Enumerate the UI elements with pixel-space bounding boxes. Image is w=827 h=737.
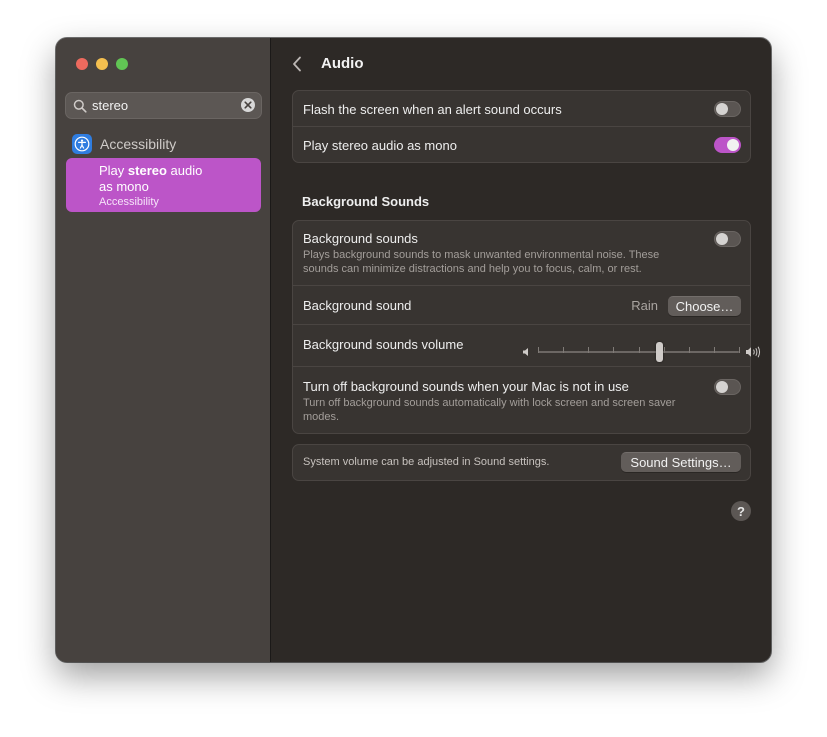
chevron-left-icon[interactable] — [290, 54, 304, 74]
background-sounds-description: Plays background sounds to mask unwanted… — [303, 249, 660, 275]
slider-tick — [664, 347, 665, 353]
mono-audio-toggle[interactable] — [714, 137, 741, 153]
sound-settings-note: System volume can be adjusted in Sound s… — [303, 456, 550, 468]
sound-settings-button[interactable]: Sound Settings… — [621, 452, 741, 472]
turn-off-background-toggle[interactable] — [714, 379, 741, 395]
search-icon — [73, 99, 87, 113]
result-title-suffix: audio — [166, 163, 203, 178]
slider-tick — [563, 347, 564, 353]
mono-audio-label: Play stereo audio as mono — [303, 138, 457, 153]
toggle-knob — [716, 381, 728, 393]
speaker-low-icon — [523, 348, 528, 356]
sidebar-item-label: Accessibility — [100, 136, 177, 152]
toggle-knob — [716, 103, 728, 115]
search-result-title-line2: as mono — [99, 179, 149, 194]
slider-tick — [538, 347, 539, 353]
sidebar-item-accessibility[interactable]: Accessibility — [72, 134, 176, 154]
toggle-knob — [727, 139, 739, 151]
result-title-match: stereo — [127, 163, 167, 178]
slider-tick — [739, 347, 740, 353]
settings-window: Accessibility Play stereo audio as mono … — [56, 38, 771, 662]
search-result-title: Play stereo audio — [99, 163, 261, 179]
background-sound-label: Background sound — [303, 298, 412, 313]
mono-audio-row: Play stereo audio as mono — [293, 127, 750, 162]
background-volume-label: Background sounds volume — [303, 337, 464, 352]
background-sounds-group: Background sounds Plays background sound… — [292, 220, 761, 434]
accessibility-icon — [72, 134, 92, 154]
slider-tick — [613, 347, 614, 353]
minimize-window-button[interactable] — [96, 58, 108, 70]
background-sound-row: Background sound Rain Choose… — [293, 286, 750, 325]
search-field[interactable] — [65, 92, 262, 119]
background-volume-row: Background sounds volume — [293, 325, 761, 367]
slider-tick — [639, 347, 640, 353]
search-result-subtitle: Accessibility — [99, 196, 159, 208]
zoom-window-button[interactable] — [116, 58, 128, 70]
slider-tick — [689, 347, 690, 353]
slider-thumb[interactable] — [656, 342, 663, 362]
page-title: Audio — [321, 55, 364, 72]
toggle-knob — [716, 233, 728, 245]
help-icon[interactable]: ? — [731, 501, 751, 521]
clear-icon[interactable] — [241, 98, 255, 112]
content-pane: Audio Flash the screen when an alert sou… — [272, 38, 771, 662]
toolbar: Audio — [272, 38, 771, 88]
flash-screen-label: Flash the screen when an alert sound occ… — [303, 102, 562, 117]
turn-off-background-label: Turn off background sounds when your Mac… — [303, 379, 629, 394]
result-title-prefix: Play — [99, 163, 128, 178]
background-sounds-toggle[interactable] — [714, 231, 741, 247]
background-sound-value: Rain — [631, 298, 658, 313]
sound-settings-group: System volume can be adjusted in Sound s… — [292, 444, 751, 481]
close-window-button[interactable] — [76, 58, 88, 70]
slider-tick — [714, 347, 715, 353]
background-volume-slider[interactable] — [522, 342, 763, 362]
window-controls — [76, 58, 128, 70]
section-title-background-sounds: Background Sounds — [302, 194, 430, 209]
background-sounds-label: Background sounds — [303, 231, 418, 246]
slider-tick — [588, 347, 589, 353]
flash-screen-row: Flash the screen when an alert sound occ… — [293, 91, 750, 127]
alerts-group: Flash the screen when an alert sound occ… — [292, 90, 751, 163]
turn-off-background-row: Turn off background sounds when your Mac… — [293, 367, 750, 433]
choose-sound-button[interactable]: Choose… — [668, 296, 741, 316]
background-sounds-row: Background sounds Plays background sound… — [293, 221, 750, 286]
search-input[interactable] — [92, 93, 232, 118]
search-result-play-stereo-as-mono[interactable]: Play stereo audio as mono Accessibility — [66, 158, 261, 212]
turn-off-background-description: Turn off background sounds automatically… — [303, 397, 676, 423]
speaker-high-icon — [746, 346, 761, 358]
flash-screen-toggle[interactable] — [714, 101, 741, 117]
sidebar: Accessibility Play stereo audio as mono … — [56, 38, 271, 662]
